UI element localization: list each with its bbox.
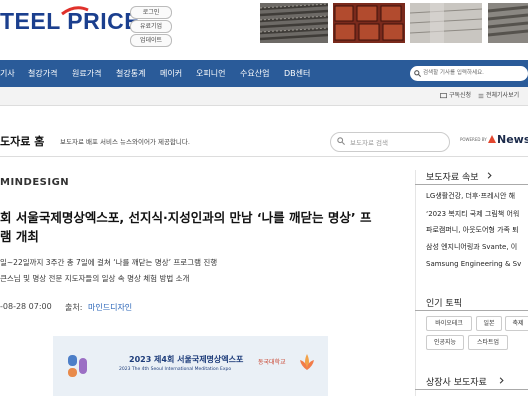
banner-steel-sheet-image[interactable]: [410, 3, 482, 43]
nav-item-steel-stats[interactable]: 철강통계: [116, 60, 145, 87]
expo-title: 2023 제4회 서울국제명상엑스포: [129, 355, 244, 364]
subscribe-link[interactable]: 구독신청: [449, 87, 471, 105]
expo-subtitle: 2023 The 4th Seoul International Meditat…: [119, 367, 232, 372]
topic-tag[interactable]: 인공지능: [426, 335, 464, 350]
newswire-logo[interactable]: News: [497, 133, 528, 146]
article-date: -08-28 07:00: [0, 302, 52, 311]
topic-tag[interactable]: 일본: [476, 316, 502, 331]
nav-item-steel-price[interactable]: 철강가격: [28, 60, 57, 87]
topic-tag[interactable]: 스타트업: [468, 335, 508, 350]
sidebar-rule: [415, 389, 528, 390]
hot-topics-title: 인기 토픽: [426, 299, 462, 309]
source-label: 출처:: [65, 303, 83, 312]
nav-item-db-center[interactable]: DB센터: [284, 60, 310, 87]
all-articles-link[interactable]: 전체기사보기: [486, 87, 519, 105]
logo-swoosh-icon: [61, 6, 89, 16]
util-bar: 구독신청 전체기사보기: [0, 87, 528, 106]
press-description: 보도자료 배포 서비스 뉴스와이어가 제공합니다.: [60, 138, 190, 146]
news-item[interactable]: Samsung Engineering & Sv: [426, 260, 521, 268]
list-icon: [478, 93, 484, 99]
topic-tag[interactable]: 바이오테크: [426, 316, 472, 331]
sidebar-divider: [415, 170, 416, 396]
article-subtitle-2: 큰스님 및 명상 전문 지도자들의 일상 속 명상 체험 방법 소개: [0, 274, 190, 283]
press-search-input[interactable]: [330, 132, 450, 152]
listed-company-press-title[interactable]: 상장사 보도자료: [426, 375, 487, 388]
search-icon[interactable]: [414, 70, 421, 77]
news-item[interactable]: 삼성 엔지니어링과 Svante, 이: [426, 242, 517, 252]
update-button[interactable]: 업데이트: [130, 34, 172, 47]
banner-rebar-image[interactable]: [260, 3, 328, 43]
lotus-icon: [300, 354, 314, 370]
news-item[interactable]: 파로캠퍼니, 아웃도어형 가족 퇴: [426, 225, 519, 235]
banner-steel-pipe-image[interactable]: [333, 3, 405, 43]
article-headline: 회 서울국제명상엑스포, 선지식·지성인과의 만남 ‘나를 깨닫는 명상’ 프: [0, 210, 372, 225]
source-link[interactable]: 마인드디자인: [88, 302, 132, 313]
search-icon[interactable]: [337, 137, 345, 145]
paid-member-button[interactable]: 유료기업: [130, 20, 172, 33]
nav-item-raw-material-price[interactable]: 원료가격: [72, 60, 101, 87]
nav-item-demand-industry[interactable]: 수요산업: [240, 60, 269, 87]
article-subtitle-1: 일~22일까지 3주간 총 7일에 걸쳐 ‘나를 깨닫는 명상’ 프로그램 진행: [0, 258, 218, 267]
news-item[interactable]: ‘2023 복지티 국제 그림책 어워: [426, 209, 519, 219]
main-nav: 기사 철강가격 원료가격 철강통계 메이커 오피니언 수요산업 DB센터 검색할…: [0, 60, 528, 87]
nav-item-opinion[interactable]: 오피니언: [196, 60, 225, 87]
expo-banner-image[interactable]: 2023 제4회 서울국제명상엑스포 2023 The 4th Seoul In…: [53, 336, 328, 396]
page-title[interactable]: 도자료 홈: [0, 133, 44, 149]
nav-item-maker[interactable]: 메이커: [160, 60, 182, 87]
sidebar-rule: [415, 184, 528, 185]
press-search-placeholder: 보도자료 검색: [350, 139, 388, 147]
press-news-title[interactable]: 보도자료 속보: [426, 170, 479, 183]
chevron-right-icon[interactable]: [498, 377, 505, 384]
article-headline-cont: 램 개최: [0, 229, 39, 244]
nav-item-articles[interactable]: 기사: [0, 60, 15, 87]
newswire-logo-icon: [488, 135, 496, 143]
powered-by-label: POWERED BY: [460, 137, 487, 142]
press-title-bar: 도자료 홈 보도자료 배포 서비스 뉴스와이어가 제공합니다. 보도자료 검색 …: [0, 126, 528, 157]
login-button[interactable]: 로그인: [130, 6, 172, 19]
company-logo: MINDESIGN: [0, 177, 70, 188]
banner-steel-bar-image[interactable]: [488, 3, 528, 43]
expo-emblem-icon: [68, 355, 87, 377]
expo-org: 동국대학교: [258, 359, 286, 366]
topic-tag[interactable]: 축제: [505, 316, 528, 331]
chevron-right-icon[interactable]: [486, 172, 493, 179]
news-item[interactable]: LG생활건강, 더후·프레시안 해: [426, 191, 515, 201]
nav-search-input[interactable]: 검색할 기사를 입력하세요.: [410, 66, 528, 81]
monitor-icon: [440, 93, 447, 99]
sidebar-rule: [415, 310, 528, 311]
